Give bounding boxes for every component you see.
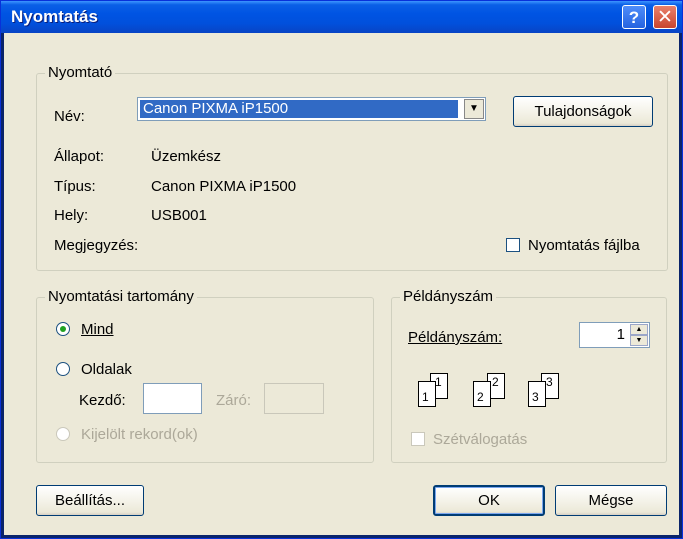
spin-down-icon[interactable]: ▼	[630, 335, 648, 346]
printer-name-value: Canon PIXMA iP1500	[140, 100, 458, 118]
page-number: 3	[532, 390, 539, 404]
where-value: USB001	[151, 207, 207, 224]
copies-count-spinner[interactable]: 1 ▲ ▼	[579, 322, 650, 348]
print-range-legend: Nyomtatási tartomány	[45, 288, 197, 305]
range-all-radio[interactable]	[56, 322, 70, 336]
collate-label: Szétválogatás	[433, 431, 528, 448]
collate-checkbox	[411, 432, 425, 446]
page-number: 1	[422, 390, 429, 404]
range-selection-label: Kijelölt rekord(ok)	[81, 426, 198, 443]
printer-name-select[interactable]: Canon PIXMA iP1500 ▼	[137, 97, 486, 121]
from-label: Kezdő:	[79, 392, 126, 409]
page-number: 3	[546, 375, 553, 389]
copies-count-value: 1	[616, 326, 625, 343]
status-label: Állapot:	[54, 148, 105, 165]
ok-button-label: OK	[478, 492, 500, 509]
collate-page-2-front: 2	[473, 381, 491, 407]
type-label: Típus:	[54, 178, 96, 195]
copies-legend: Példányszám	[400, 288, 497, 305]
printer-name-label: Név:	[54, 108, 85, 125]
range-pages-radio[interactable]	[56, 362, 70, 376]
range-all-label[interactable]: Mind	[81, 321, 114, 338]
collate-page-3-front: 3	[528, 381, 546, 407]
cancel-button[interactable]: Mégse	[555, 485, 667, 516]
copies-count-label: Példányszám:	[408, 329, 503, 346]
help-icon[interactable]: ?	[622, 5, 646, 29]
status-value: Üzemkész	[151, 148, 222, 165]
print-to-file-checkbox[interactable]	[506, 238, 520, 252]
ok-button[interactable]: OK	[433, 485, 545, 516]
setup-button[interactable]: Beállítás...	[36, 485, 144, 516]
spin-up-icon[interactable]: ▲	[630, 324, 648, 335]
close-icon[interactable]: ✕	[653, 5, 677, 29]
properties-button-label: Tulajdonságok	[534, 103, 632, 120]
dialog-title: Nyomtatás	[11, 7, 98, 26]
print-to-file-label[interactable]: Nyomtatás fájlba	[528, 237, 640, 254]
title-bar[interactable]: Nyomtatás ? ✕	[1, 1, 682, 33]
page-number: 2	[477, 390, 484, 404]
comment-label: Megjegyzés:	[54, 237, 139, 254]
range-selection-radio	[56, 427, 70, 441]
range-pages-label[interactable]: Oldalak	[81, 361, 132, 378]
where-label: Hely:	[54, 207, 89, 224]
from-page-input[interactable]	[143, 383, 202, 414]
to-label: Záró:	[216, 392, 252, 409]
radio-selected-dot	[60, 326, 66, 332]
to-page-input	[264, 383, 324, 414]
page-number: 2	[492, 375, 499, 389]
chevron-down-icon[interactable]: ▼	[464, 99, 484, 119]
collate-page-1-front: 1	[418, 381, 436, 407]
printer-group-legend: Nyomtató	[45, 64, 116, 81]
page-number: 1	[435, 375, 442, 389]
print-dialog: Nyomtatás ? ✕ Nyomtató Név: Canon PIXMA …	[0, 0, 683, 539]
setup-button-label: Beállítás...	[54, 492, 126, 509]
cancel-button-label: Mégse	[588, 492, 634, 509]
properties-button[interactable]: Tulajdonságok	[513, 96, 653, 127]
type-value: Canon PIXMA iP1500	[151, 178, 297, 195]
